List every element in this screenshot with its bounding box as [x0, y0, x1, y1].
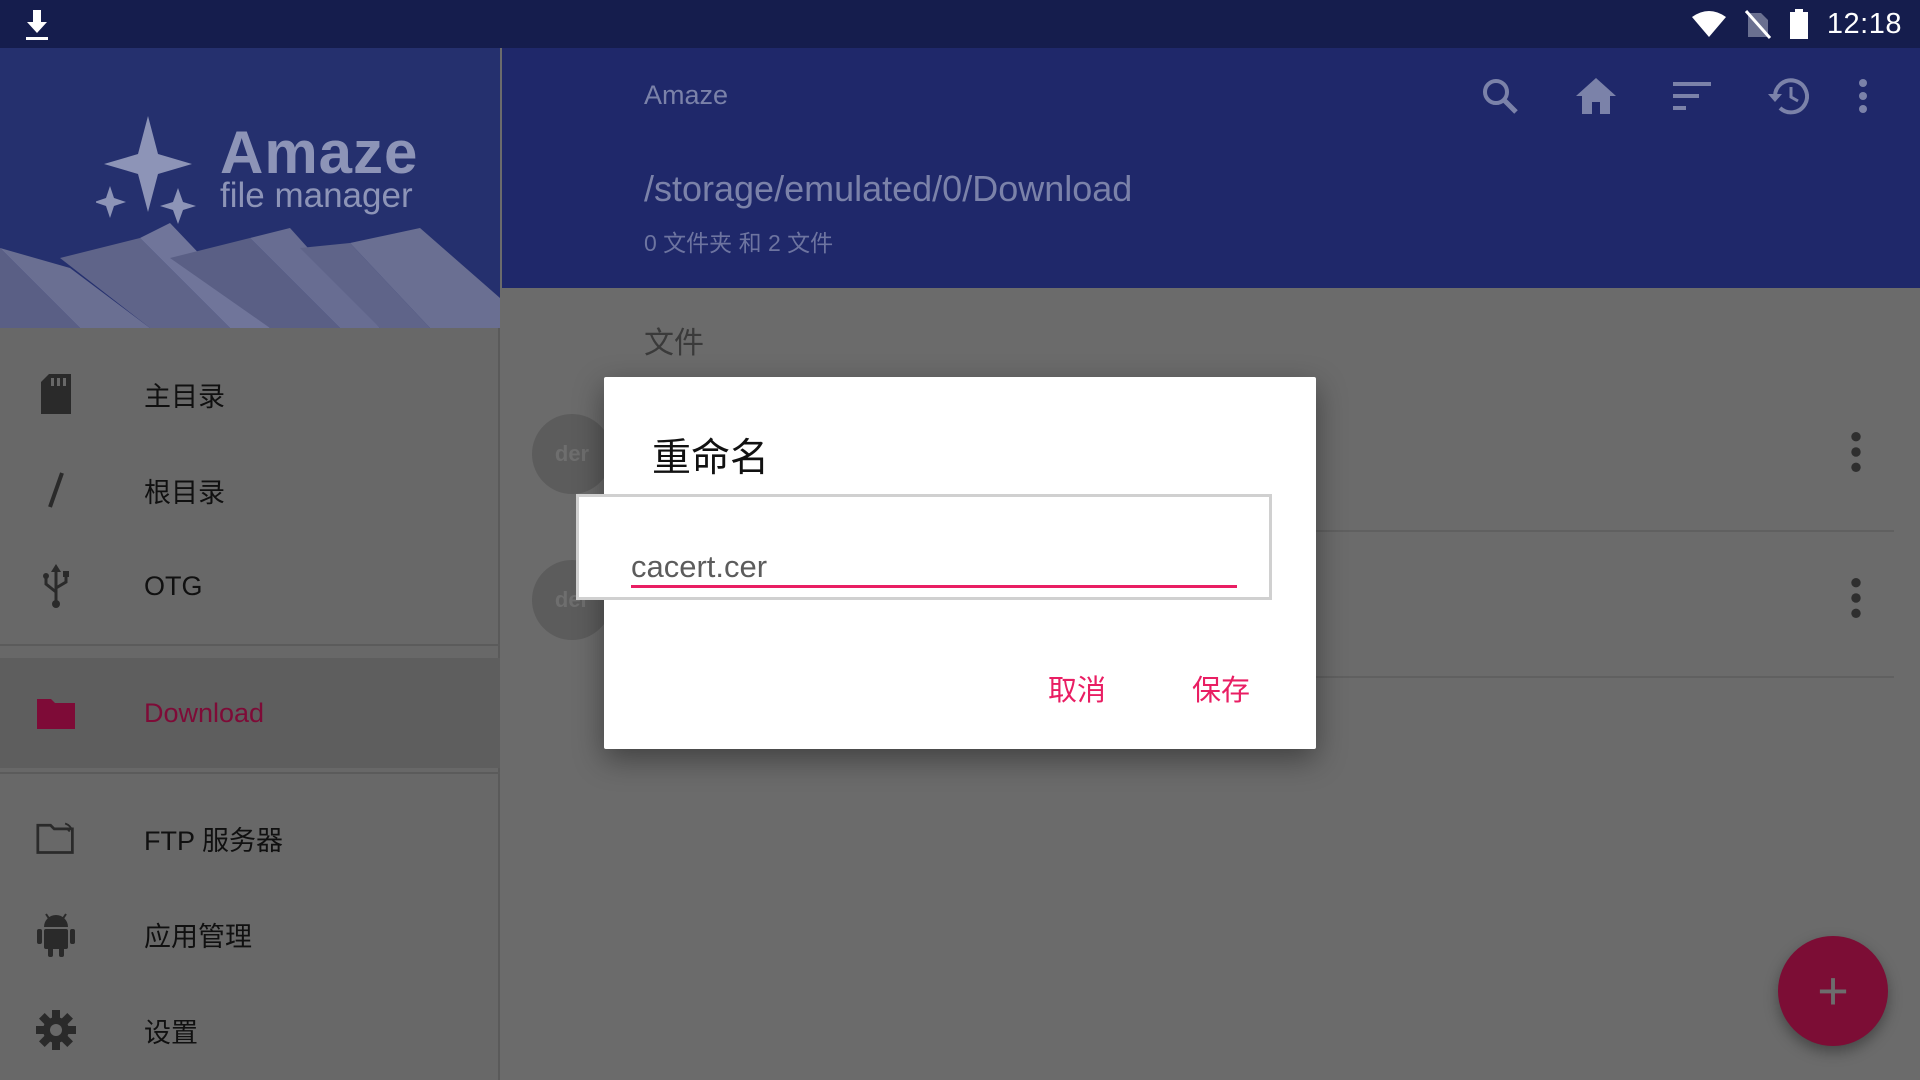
- folder-summary: 0 文件夹 和 2 文件: [644, 230, 834, 256]
- slash-icon: [36, 470, 76, 510]
- sort-button[interactable]: [1644, 72, 1740, 120]
- rename-input[interactable]: [631, 547, 1247, 587]
- drawer-item-label: 根目录: [144, 477, 225, 508]
- drawer-item-download[interactable]: Download: [0, 658, 500, 768]
- history-button[interactable]: [1740, 72, 1836, 120]
- more-vert-icon: [1859, 79, 1867, 113]
- no-sim-icon: [1744, 10, 1771, 39]
- app-toolbar: Amaze /storage/emulated/0/Download 0 文件夹…: [502, 48, 1920, 288]
- folder-icon: [36, 693, 76, 733]
- logo-subtitle: file manager: [220, 176, 413, 215]
- file-avatar: der: [532, 414, 612, 494]
- drawer-item-label: 应用管理: [144, 921, 252, 952]
- drawer-item-otg[interactable]: OTG: [0, 538, 500, 634]
- navigation-drawer: Amaze file manager 主目录 根目录 OTG Download …: [0, 48, 500, 1080]
- battery-icon: [1789, 9, 1808, 39]
- drawer-item-label: OTG: [144, 570, 203, 601]
- drawer-divider: [0, 772, 500, 774]
- search-icon: [1483, 79, 1518, 114]
- amaze-logo-icon: [96, 116, 196, 224]
- current-path[interactable]: /storage/emulated/0/Download: [644, 168, 1132, 210]
- status-bar: 12:18: [0, 0, 1920, 48]
- drawer-item-ftp-server[interactable]: FTP 服务器: [0, 790, 500, 886]
- drawer-item-label: 主目录: [144, 381, 225, 412]
- overflow-menu-button[interactable]: [1836, 72, 1890, 120]
- dialog-title: 重命名: [652, 437, 770, 480]
- toolbar-actions: [1452, 72, 1890, 120]
- home-button[interactable]: [1548, 72, 1644, 120]
- app-title: Amaze: [644, 80, 729, 110]
- input-underline: [631, 585, 1237, 588]
- drawer-item-app-manager[interactable]: 应用管理: [0, 886, 500, 982]
- clock: 12:18: [1826, 7, 1902, 40]
- rename-dialog: 重命名 取消 保存: [576, 377, 1316, 749]
- usb-icon: [36, 564, 76, 608]
- history-icon: [1768, 78, 1809, 115]
- gear-icon: [36, 1010, 76, 1050]
- download-icon: [26, 10, 48, 40]
- sd-card-icon: [36, 374, 76, 414]
- section-header: 文件: [644, 327, 704, 360]
- plus-icon: +: [1817, 961, 1849, 1021]
- ftp-folder-icon: [36, 818, 76, 858]
- sort-icon: [1673, 82, 1711, 110]
- header-mountains-graphic: [0, 223, 500, 328]
- save-button[interactable]: 保存: [1192, 667, 1250, 709]
- search-button[interactable]: [1452, 72, 1548, 120]
- drawer-item-label: FTP 服务器: [144, 825, 284, 856]
- add-fab-button[interactable]: +: [1778, 936, 1888, 1046]
- cancel-button[interactable]: 取消: [1048, 667, 1106, 709]
- drawer-item-home[interactable]: 主目录: [0, 346, 500, 442]
- more-vert-icon[interactable]: [1846, 578, 1866, 618]
- drawer-item-label: Download: [144, 697, 265, 728]
- drawer-item-settings[interactable]: 设置: [0, 982, 500, 1078]
- drawer-item-label: 设置: [144, 1017, 198, 1048]
- more-vert-icon[interactable]: [1846, 432, 1866, 472]
- wifi-icon: [1691, 11, 1726, 37]
- drawer-header: Amaze file manager: [0, 48, 500, 328]
- android-icon: [36, 913, 76, 957]
- drawer-divider: [0, 644, 500, 646]
- rename-input-container: [576, 494, 1272, 600]
- drawer-item-root[interactable]: 根目录: [0, 442, 500, 538]
- home-icon: [1576, 78, 1616, 114]
